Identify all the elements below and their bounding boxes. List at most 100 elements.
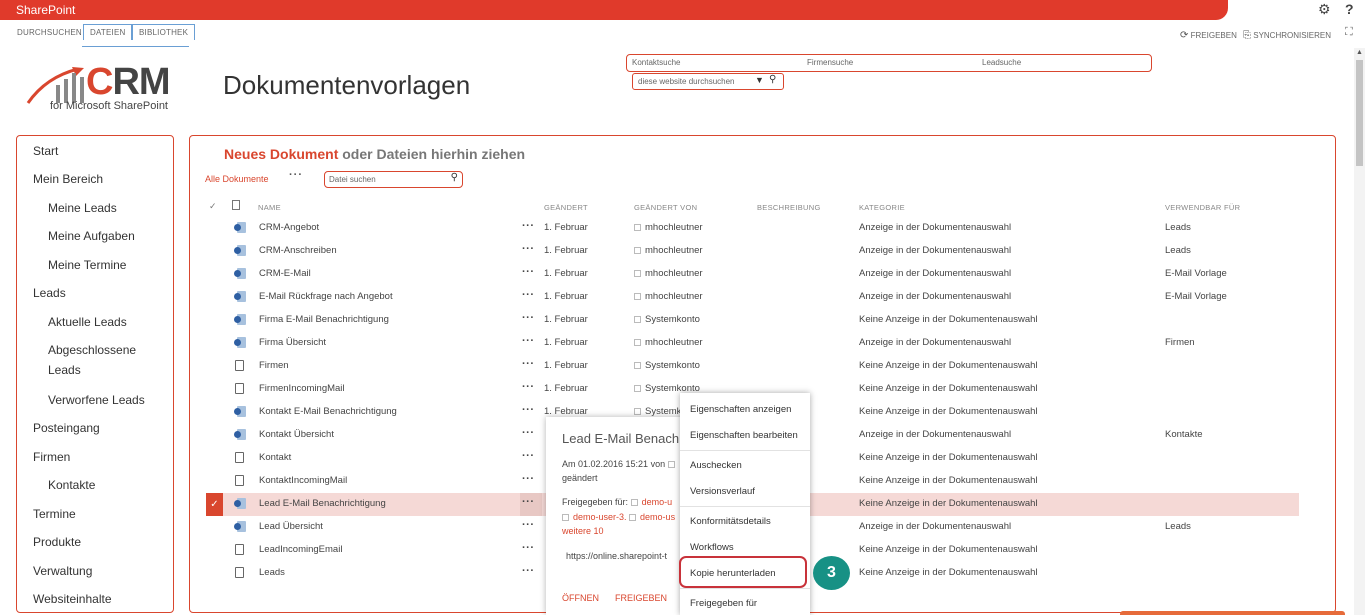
table-row[interactable]: CRM-Angebot ··· 1. Februar mhochleutner Anze…: [206, 217, 1299, 240]
select-all-checkbox[interactable]: ✓: [209, 201, 217, 212]
nav-produkte[interactable]: Produkte: [33, 532, 81, 552]
row-changed-by[interactable]: mhochleutner: [634, 245, 703, 256]
nav-mein-bereich[interactable]: Mein Bereich: [33, 169, 103, 189]
table-row[interactable]: CRM-Anschreiben ··· 1. Februar mhochleutner…: [206, 240, 1299, 263]
file-search-input[interactable]: Datei suchen ⚲: [324, 171, 463, 188]
nav-websiteinhalte[interactable]: Websiteinhalte: [33, 589, 112, 609]
menu-compliance-details[interactable]: Konformitätsdetails: [690, 516, 771, 527]
col-description[interactable]: BESCHREIBUNG: [757, 203, 821, 212]
row-more-icon[interactable]: ···: [522, 404, 535, 416]
row-name[interactable]: Kontakt E-Mail Benachrichtigung: [259, 406, 397, 417]
row-more-icon[interactable]: ···: [522, 358, 535, 370]
tab-durchsuchen[interactable]: DURCHSUCHEN: [17, 28, 82, 37]
share-button[interactable]: ⟳ FREIGEBEN: [1180, 30, 1237, 41]
all-documents-view[interactable]: Alle Dokumente: [205, 174, 269, 184]
row-more-icon[interactable]: ···: [522, 542, 535, 554]
menu-version-history[interactable]: Versionsverlauf: [690, 486, 755, 497]
nav-meine-termine[interactable]: Meine Termine: [48, 255, 126, 275]
row-more-icon[interactable]: ···: [522, 450, 535, 462]
nav-leads[interactable]: Leads: [33, 283, 66, 303]
row-name[interactable]: KontaktIncomingMail: [259, 475, 347, 486]
row-name[interactable]: Firma E-Mail Benachrichtigung: [259, 314, 389, 325]
row-more-icon[interactable]: ···: [522, 496, 535, 508]
menu-edit-properties[interactable]: Eigenschaften bearbeiten: [690, 430, 798, 441]
nav-aktuelle-leads[interactable]: Aktuelle Leads: [48, 312, 127, 332]
lead-search-field[interactable]: Leadsuche: [982, 58, 1021, 67]
row-checkbox-checked[interactable]: ✓: [206, 493, 223, 516]
shared-user-2[interactable]: demo-user-3.: [573, 512, 627, 522]
row-more-icon[interactable]: ···: [522, 335, 535, 347]
row-more-icon[interactable]: ···: [522, 312, 535, 324]
table-row[interactable]: CRM-E-Mail ··· 1. Februar mhochleutner Anzei…: [206, 263, 1299, 286]
table-row[interactable]: Firmen ··· 1. Februar Systemkonto Keine Anze…: [206, 355, 1299, 378]
col-changed-by[interactable]: GEÄNDERT VON: [634, 203, 697, 212]
site-search-input[interactable]: diese website durchsuchen ▼ ⚲: [632, 73, 784, 90]
shared-user-3[interactable]: demo-us: [640, 512, 675, 522]
sync-button[interactable]: ⎘ SYNCHRONISIEREN: [1243, 30, 1331, 41]
nav-meine-leads[interactable]: Meine Leads: [48, 198, 117, 218]
nav-verworfene-leads[interactable]: Verworfene Leads: [48, 390, 145, 410]
row-more-icon[interactable]: ···: [522, 243, 535, 255]
row-name[interactable]: CRM-E-Mail: [259, 268, 311, 279]
row-changed-by[interactable]: mhochleutner: [634, 337, 703, 348]
row-more-icon[interactable]: ···: [522, 427, 535, 439]
row-name[interactable]: Lead Übersicht: [259, 521, 323, 532]
row-more-icon[interactable]: ···: [522, 519, 535, 531]
menu-view-properties[interactable]: Eigenschaften anzeigen: [690, 404, 791, 415]
nav-kontakte[interactable]: Kontakte: [48, 475, 95, 495]
contact-search-field[interactable]: Kontaktsuche: [632, 58, 680, 67]
menu-check-out[interactable]: Auschecken: [690, 460, 742, 471]
callout-open-button[interactable]: ÖFFNEN: [562, 593, 599, 603]
scrollbar-thumb[interactable]: [1356, 60, 1363, 166]
table-row[interactable]: Firma Übersicht ··· 1. Februar mhochleutner…: [206, 332, 1299, 355]
view-more-icon[interactable]: ···: [289, 169, 303, 181]
tab-bibliothek[interactable]: BIBLIOTHEK: [132, 24, 196, 40]
row-name[interactable]: Leads: [259, 567, 285, 578]
row-changed-by[interactable]: mhochleutner: [634, 268, 703, 279]
gear-icon[interactable]: ⚙: [1318, 1, 1331, 18]
table-row[interactable]: E-Mail Rückfrage nach Angebot ··· 1. Febru…: [206, 286, 1299, 309]
row-name[interactable]: CRM-Angebot: [259, 222, 319, 233]
tab-dateien[interactable]: DATEIEN: [83, 24, 133, 40]
row-name[interactable]: CRM-Anschreiben: [259, 245, 337, 256]
col-category[interactable]: KATEGORIE: [859, 203, 905, 212]
crm-logo[interactable]: CRM for Microsoft SharePoint: [26, 61, 186, 117]
row-changed-by[interactable]: Systemkonto: [634, 314, 700, 325]
row-more-icon[interactable]: ···: [522, 266, 535, 278]
row-name[interactable]: Firmen: [259, 360, 289, 371]
row-changed-by[interactable]: mhochleutner: [634, 291, 703, 302]
nav-posteingang[interactable]: Posteingang: [33, 418, 100, 438]
search-icon[interactable]: ⚲: [769, 74, 776, 85]
menu-shared-with[interactable]: Freigegeben für: [690, 598, 757, 609]
nav-abgeschlossene-leads[interactable]: Abgeschlossene Leads: [48, 340, 148, 380]
callout-url[interactable]: https://online.sharepoint-t: [566, 551, 667, 561]
scroll-up-icon[interactable]: ▲: [1356, 49, 1363, 56]
callout-share-button[interactable]: FREIGEBEN: [615, 593, 667, 603]
nav-start[interactable]: Start: [33, 141, 58, 161]
row-more-icon[interactable]: ···: [522, 565, 535, 577]
shared-user-1[interactable]: demo-u: [642, 497, 673, 507]
table-row[interactable]: Firma E-Mail Benachrichtigung ··· 1. Febru…: [206, 309, 1299, 332]
row-changed-by[interactable]: mhochleutner: [634, 222, 703, 233]
row-name[interactable]: Firma Übersicht: [259, 337, 326, 348]
nav-termine[interactable]: Termine: [33, 504, 76, 524]
search-icon[interactable]: ⚲: [451, 172, 458, 183]
row-name[interactable]: Lead E-Mail Benachrichtigung: [259, 498, 386, 509]
focus-icon[interactable]: ⛶: [1345, 26, 1353, 39]
menu-workflows[interactable]: Workflows: [690, 542, 734, 553]
help-icon[interactable]: ?: [1345, 1, 1354, 17]
row-more-icon[interactable]: ···: [522, 289, 535, 301]
nav-meine-aufgaben[interactable]: Meine Aufgaben: [48, 226, 135, 246]
row-name[interactable]: Kontakt: [259, 452, 291, 463]
col-usable-for[interactable]: VERWENDBAR FÜR: [1165, 203, 1240, 212]
row-changed-by[interactable]: Systemkonto: [634, 360, 700, 371]
chevron-down-icon[interactable]: ▼: [755, 75, 764, 85]
new-document-prompt[interactable]: Neues Dokument oder Dateien hierhin zieh…: [224, 146, 525, 162]
nav-verwaltung[interactable]: Verwaltung: [33, 561, 92, 581]
col-changed[interactable]: GEÄNDERT: [544, 203, 588, 212]
row-name[interactable]: Kontakt Übersicht: [259, 429, 334, 440]
row-more-icon[interactable]: ···: [522, 473, 535, 485]
nav-firmen[interactable]: Firmen: [33, 447, 70, 467]
col-name[interactable]: NAME: [258, 203, 281, 212]
company-search-field[interactable]: Firmensuche: [807, 58, 853, 67]
